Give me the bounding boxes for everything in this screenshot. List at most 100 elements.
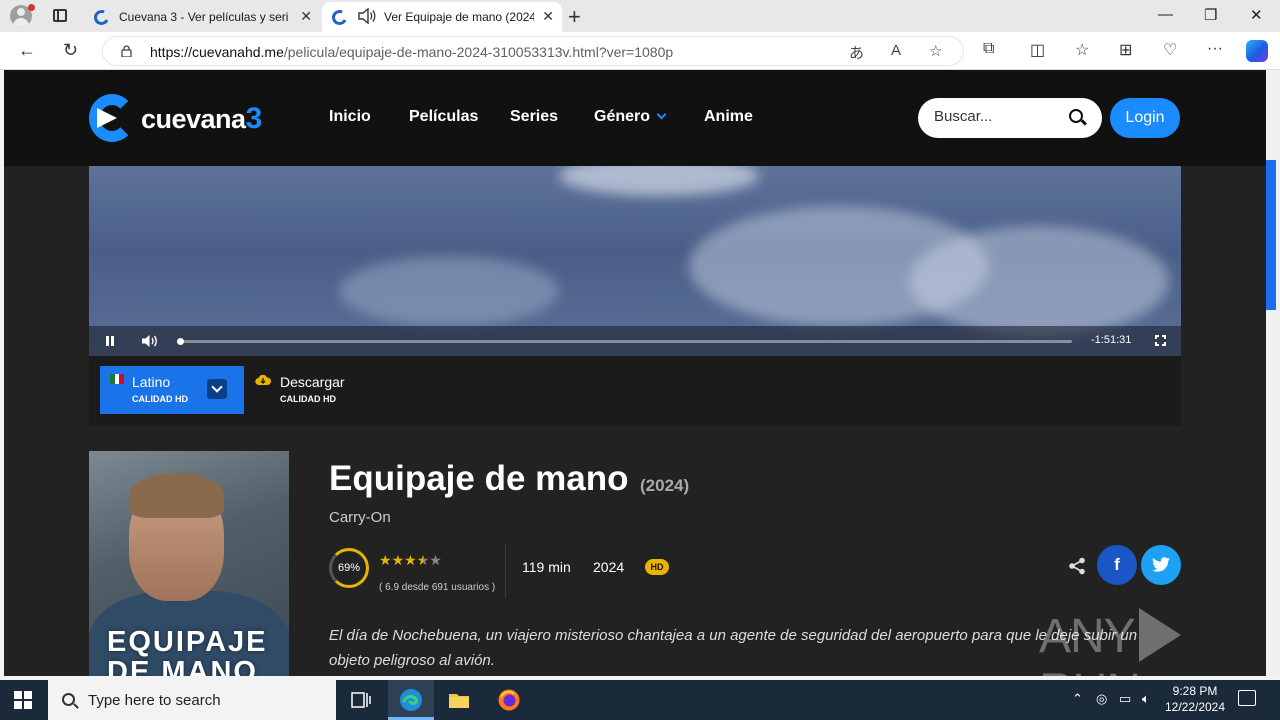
download-quality: CALIDAD HD	[280, 394, 336, 404]
site-search	[918, 98, 1102, 138]
logo-play-icon	[97, 108, 117, 128]
watermark-left: ANY	[1039, 610, 1136, 663]
network-icon[interactable]: ▭	[1119, 691, 1131, 707]
twitter-icon	[1152, 557, 1170, 572]
read-aloud-icon[interactable]: A	[891, 42, 901, 59]
star-rating[interactable]: ★★★★★	[379, 552, 442, 569]
logo-number: 3	[245, 102, 263, 135]
search-input[interactable]	[934, 108, 1064, 125]
anyrun-watermark: ANY RUN	[1039, 608, 1266, 676]
windows-start-icon[interactable]	[14, 691, 32, 709]
divider	[505, 544, 506, 598]
back-arrow-icon[interactable]: ←	[18, 40, 36, 61]
tab-actions-icon[interactable]	[53, 9, 67, 22]
extensions-icon[interactable]: ⧉	[983, 40, 994, 58]
video-player[interactable]: -1:51:31	[89, 166, 1181, 356]
login-button[interactable]: Login	[1110, 98, 1180, 138]
video-frame-cloud	[559, 166, 759, 196]
meet-now-icon[interactable]: ◎	[1096, 691, 1107, 707]
nav-peliculas[interactable]: Películas	[409, 108, 478, 126]
seek-bar[interactable]	[177, 338, 1072, 345]
star-icon: ★	[404, 552, 417, 568]
close-tab-icon[interactable]: ✕	[542, 8, 554, 25]
browser-essentials-icon[interactable]: ♡	[1163, 40, 1177, 60]
nav-inicio[interactable]: Inicio	[329, 108, 371, 126]
player-options: Latino CALIDAD HD Descargar CALIDAD HD	[89, 356, 1181, 426]
tab-title: Ver Equipaje de mano (2024)	[384, 10, 534, 24]
tab-equipaje-de-mano[interactable]: Ver Equipaje de mano (2024) ✕	[322, 2, 562, 32]
star-empty-icon: ★	[429, 552, 442, 568]
restore-icon[interactable]: ❐	[1204, 6, 1217, 24]
video-frame-cloud	[909, 226, 1169, 336]
url-domain: https://cuevanahd.me	[150, 44, 284, 60]
notification-center-icon[interactable]	[1238, 690, 1256, 706]
pause-icon[interactable]	[105, 336, 115, 346]
split-screen-icon[interactable]: ◫	[1030, 40, 1045, 60]
facebook-share-button[interactable]: f	[1097, 545, 1137, 585]
nav-series[interactable]: Series	[510, 108, 558, 126]
translate-icon[interactable]: あ	[849, 42, 864, 63]
cuevana-favicon-icon	[329, 7, 350, 28]
fullscreen-icon[interactable]	[1154, 334, 1167, 347]
close-tab-icon[interactable]: ✕	[300, 8, 312, 25]
volume-icon[interactable]	[141, 334, 159, 348]
task-view-icon[interactable]	[349, 688, 373, 712]
rating-percent: 69%	[337, 562, 361, 574]
new-tab-icon[interactable]: +	[568, 4, 581, 30]
cloud-download-icon[interactable]	[255, 374, 271, 386]
movie-year: (2024)	[640, 476, 690, 495]
cuevana-logo[interactable]: cuevana3	[89, 94, 289, 142]
copilot-icon[interactable]	[1246, 40, 1268, 62]
site-header: cuevana3 Inicio Películas Series Género …	[4, 70, 1266, 166]
search-icon	[62, 693, 75, 706]
favorites-icon[interactable]: ☆	[1075, 40, 1089, 60]
firefox-icon[interactable]	[497, 688, 521, 712]
clock-time: 9:28 PM	[1172, 684, 1218, 698]
language-quality: CALIDAD HD	[132, 394, 188, 404]
cuevana-favicon-icon	[91, 7, 112, 28]
refresh-icon[interactable]: ↻	[63, 40, 78, 61]
facebook-icon: f	[1114, 555, 1120, 574]
favorite-star-icon[interactable]: ☆	[929, 42, 942, 60]
edge-browser-icon[interactable]	[399, 688, 423, 712]
votes-text: ( 6.9 desde 691 usuarios )	[379, 582, 496, 593]
show-hidden-icons-icon[interactable]: ⌃	[1072, 691, 1083, 707]
nav-genero[interactable]: Género	[594, 108, 667, 126]
scrollbar-thumb[interactable]	[1266, 160, 1276, 310]
settings-more-icon[interactable]: ···	[1207, 40, 1223, 58]
nav-anime[interactable]: Anime	[704, 108, 753, 126]
taskbar-search[interactable]: Type here to search	[48, 680, 336, 720]
original-title: Carry-On	[329, 509, 391, 526]
twitter-share-button[interactable]	[1141, 545, 1181, 585]
watermark-right: RUN	[1039, 665, 1141, 676]
star-half-icon: ★	[416, 552, 430, 568]
collections-icon[interactable]: ⊞	[1119, 40, 1132, 60]
close-window-icon[interactable]: ✕	[1250, 6, 1263, 24]
star-icon: ★	[379, 552, 392, 568]
chevron-down-icon[interactable]	[207, 379, 227, 399]
volume-icon[interactable]: 🔈︎	[1142, 691, 1150, 707]
taskbar-clock[interactable]: 9:28 PM 12/22/2024	[1160, 683, 1230, 715]
notification-dot	[28, 4, 35, 11]
seek-handle[interactable]	[177, 338, 184, 345]
taskbar-search-placeholder: Type here to search	[88, 692, 221, 709]
tab-cuevana-home[interactable]: Cuevana 3 - Ver películas y series ✕	[84, 2, 320, 32]
download-link[interactable]: Descargar	[280, 374, 345, 390]
file-explorer-icon[interactable]	[447, 688, 471, 712]
lock-icon[interactable]	[121, 45, 132, 57]
release-year: 2024	[593, 559, 625, 575]
minimize-icon[interactable]: —	[1158, 6, 1173, 23]
share-icon[interactable]	[1068, 557, 1086, 575]
web-page: cuevana3 Inicio Películas Series Género …	[4, 70, 1266, 676]
player-controls: -1:51:31	[89, 326, 1181, 356]
language-selector[interactable]: Latino CALIDAD HD	[100, 366, 244, 414]
windows-taskbar: Type here to search ⌃ ◎ ▭ 🔈︎ 9:28 PM 12/…	[0, 680, 1280, 720]
clock-date: 12/22/2024	[1164, 700, 1226, 714]
audio-playing-icon[interactable]	[358, 8, 376, 24]
poster-title-text: EQUIPAJE DE MANO	[107, 626, 268, 676]
search-icon[interactable]	[1069, 109, 1083, 123]
url-field[interactable]: https://cuevanahd.me/pelicula/equipaje-d…	[102, 36, 964, 66]
logo-text: cuevana3	[141, 102, 262, 136]
address-bar-row: ← ↻ https://cuevanahd.me/pelicula/equipa…	[0, 32, 1280, 70]
movie-title: Equipaje de mano	[329, 459, 629, 498]
